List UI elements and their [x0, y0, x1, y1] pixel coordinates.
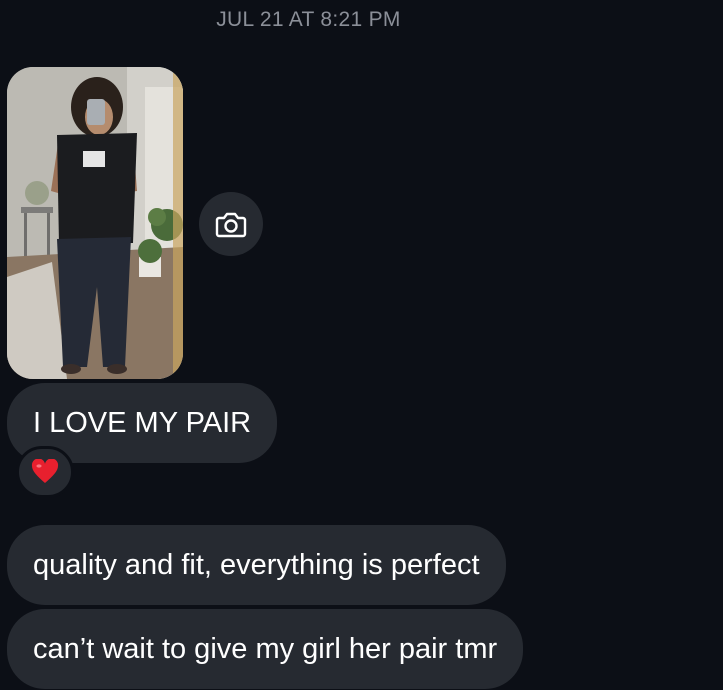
camera-icon [215, 212, 247, 238]
photo-message[interactable] [7, 67, 183, 379]
message-text: quality and fit, everything is perfect [33, 548, 480, 581]
reaction-badge[interactable] [16, 446, 74, 498]
message-text: can’t wait to give my girl her pair tmr [33, 632, 498, 665]
message-text: I LOVE MY PAIR [33, 406, 252, 439]
heart-icon [31, 459, 59, 483]
camera-button[interactable] [199, 192, 263, 256]
message-bubble[interactable]: quality and fit, everything is perfect [7, 525, 506, 605]
message-timestamp: JUL 21 AT 8:21 PM [216, 8, 401, 31]
message-bubble[interactable]: can’t wait to give my girl her pair tmr [7, 609, 524, 689]
photo-image [7, 67, 183, 379]
